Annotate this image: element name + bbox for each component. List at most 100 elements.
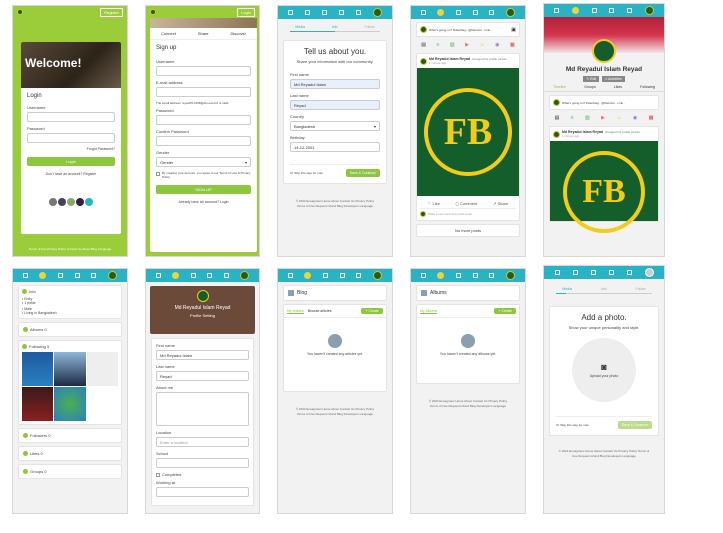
avatar[interactable] xyxy=(506,8,516,17)
site-logo[interactable] xyxy=(17,9,23,15)
skip-link[interactable]: Or Skip this step for now xyxy=(290,171,323,175)
feed-icon[interactable] xyxy=(571,7,579,14)
image-icon[interactable]: ▧ xyxy=(585,115,590,121)
people-icon[interactable] xyxy=(322,10,327,15)
last-name-input[interactable]: Reyad xyxy=(156,371,249,381)
page-footer[interactable]: © 2024 Ecoagrotec Home About Contact Us … xyxy=(278,395,392,429)
text-icon[interactable]: ▤ xyxy=(555,115,560,121)
list-icon[interactable]: ≡ xyxy=(571,115,574,121)
page-footer[interactable]: © 2024 Ecoagrotec Home About Contact Us … xyxy=(278,187,392,221)
avatar[interactable] xyxy=(644,268,654,277)
password-input[interactable] xyxy=(156,115,251,125)
list-icon[interactable]: ≡ xyxy=(436,42,439,48)
about-me-textarea[interactable] xyxy=(156,392,249,426)
home-icon[interactable] xyxy=(420,10,426,15)
register-link[interactable]: Don't have an account? Register xyxy=(27,172,115,176)
working-input[interactable] xyxy=(156,487,249,497)
tab-my-articles[interactable]: My articles xyxy=(287,309,304,314)
tab-my-albums[interactable]: My Albums xyxy=(420,309,438,314)
poll-icon[interactable]: ▦ xyxy=(510,42,515,48)
text-icon[interactable]: ▤ xyxy=(421,42,426,48)
video-icon[interactable]: ▶ xyxy=(601,115,605,121)
home-icon[interactable] xyxy=(22,273,28,278)
following-thumb[interactable] xyxy=(86,352,118,386)
feeling-icon[interactable]: ☺ xyxy=(616,115,621,121)
video-icon[interactable]: ▶ xyxy=(465,42,469,48)
feed-icon[interactable] xyxy=(572,270,578,275)
gender-select[interactable]: Gender ▾ xyxy=(156,157,251,167)
home-icon[interactable] xyxy=(288,10,293,15)
comment-button[interactable]: ◻ Comment xyxy=(456,201,478,206)
messages-icon[interactable] xyxy=(609,8,615,13)
username-input[interactable] xyxy=(27,112,115,122)
upload-photo-circle[interactable]: ◙ Upload your photo xyxy=(572,338,636,402)
messages-icon[interactable] xyxy=(339,10,344,15)
tab-connect[interactable]: Connect xyxy=(161,31,176,36)
profile-avatar[interactable] xyxy=(196,290,209,302)
location-icon[interactable]: ◉ xyxy=(633,115,637,121)
people-icon[interactable] xyxy=(58,273,64,278)
register-button[interactable]: Register xyxy=(100,7,123,17)
composer[interactable]: What's going on? #Hashtag.. @Mention.. L… xyxy=(416,22,520,37)
home-icon[interactable] xyxy=(287,273,293,278)
bell-icon[interactable] xyxy=(626,8,632,13)
birthday-input[interactable]: 14-12-2001 xyxy=(290,142,380,152)
username-input[interactable] xyxy=(156,66,251,76)
save-continue-button[interactable]: Save & Continue xyxy=(617,421,652,429)
forgot-password-link[interactable]: Forgot Password? xyxy=(27,147,115,151)
login-footer[interactable]: Terms of Use Privacy Policy Contact Us A… xyxy=(13,247,127,252)
groups-section[interactable]: Groups 0 xyxy=(18,464,122,479)
tab-following[interactable]: Following xyxy=(640,85,655,89)
people-icon[interactable] xyxy=(591,8,597,13)
following-thumb[interactable] xyxy=(54,387,86,421)
edit-button[interactable]: ✎ Edit xyxy=(583,76,600,82)
people-icon[interactable] xyxy=(456,10,462,15)
poll-icon[interactable]: ▦ xyxy=(649,115,654,121)
avatar[interactable] xyxy=(553,130,560,138)
location-icon[interactable]: ◉ xyxy=(495,42,499,48)
bell-icon[interactable] xyxy=(91,273,97,278)
following-thumb[interactable] xyxy=(54,352,86,386)
tab-browse-articles[interactable]: Browse articles xyxy=(308,309,332,313)
signup-button[interactable]: SIGN UP xyxy=(156,185,251,194)
feeling-icon[interactable]: ☺ xyxy=(480,42,485,48)
share-button[interactable]: ↗ Share xyxy=(493,201,508,206)
tab-share[interactable]: Share xyxy=(198,31,209,36)
bell-icon[interactable] xyxy=(356,273,362,278)
home-icon[interactable] xyxy=(554,270,560,275)
post-image[interactable]: FB xyxy=(417,68,519,196)
avatar[interactable] xyxy=(240,271,250,280)
people-icon[interactable] xyxy=(590,270,596,275)
completed-checkbox[interactable] xyxy=(156,472,160,477)
feed-icon[interactable] xyxy=(437,272,445,279)
messages-icon[interactable] xyxy=(74,273,80,278)
home-icon[interactable] xyxy=(155,273,161,278)
composer-placeholder[interactable]: What's going on? #Hashtag.. @Mention.. L… xyxy=(429,28,509,32)
feed-icon[interactable] xyxy=(39,272,47,279)
home-icon[interactable] xyxy=(554,8,560,13)
activities-button[interactable]: ≡ Activities xyxy=(602,76,625,82)
feed-icon[interactable] xyxy=(172,272,180,279)
followers-section[interactable]: Followers 0 xyxy=(18,428,122,443)
camera-icon[interactable]: ▣ xyxy=(511,27,516,33)
login-button[interactable]: Login xyxy=(237,7,255,17)
bell-icon[interactable] xyxy=(489,273,495,278)
bell-icon[interactable] xyxy=(356,10,361,15)
avatar[interactable] xyxy=(420,57,427,65)
composer[interactable]: What's going on? #Hashtag.. @Mention.. L… xyxy=(549,95,659,110)
last-name-input[interactable]: Reyad xyxy=(290,100,380,110)
messages-icon[interactable] xyxy=(472,10,478,15)
create-button[interactable]: + Create xyxy=(494,308,516,314)
tab-timeline[interactable]: Timeline xyxy=(553,85,566,89)
first-name-input[interactable]: Md Reyadul Islam xyxy=(290,79,380,89)
tab-groups[interactable]: Groups xyxy=(584,85,595,89)
messages-icon[interactable] xyxy=(608,270,614,275)
messages-icon[interactable] xyxy=(472,273,478,278)
avatar[interactable] xyxy=(644,6,654,15)
avatar[interactable] xyxy=(506,271,516,280)
post-image[interactable]: FB xyxy=(550,141,658,233)
tab-likes[interactable]: Likes xyxy=(614,85,622,89)
password-input[interactable] xyxy=(27,133,115,143)
page-footer[interactable]: © 2024 Ecoagrotec Home About Contact Us … xyxy=(411,387,525,421)
tab-discover[interactable]: Discover xyxy=(230,31,246,36)
